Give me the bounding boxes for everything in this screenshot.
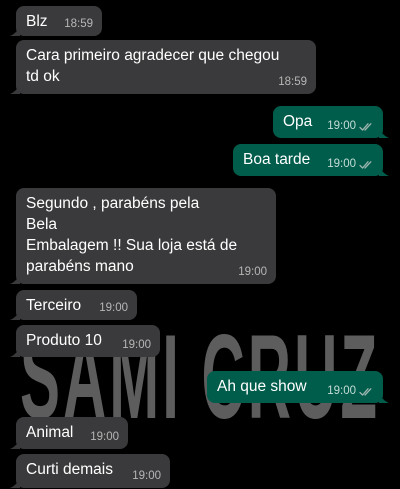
message-meta: 19:00 (122, 339, 151, 352)
message-text: Produto 10 (26, 332, 102, 349)
bubble-tail (10, 274, 20, 284)
message-time: 19:00 (90, 431, 119, 443)
message-meta: 19:00 (327, 158, 374, 171)
message-meta: 19:00 (99, 302, 128, 315)
message-incoming[interactable]: Curti demais 19:00 (10, 454, 170, 488)
message-meta: 19:00 (238, 266, 267, 279)
message-text: Opa (283, 113, 313, 130)
message-meta: 19:00 (327, 385, 374, 398)
message-time: 19:00 (327, 120, 356, 132)
bubble-tail (10, 439, 20, 449)
message-outgoing[interactable]: Ah que show 19:00 (207, 371, 389, 403)
bubble-tail (10, 26, 20, 36)
message-time: 19:00 (132, 470, 161, 482)
bubble-tail (379, 166, 389, 176)
bubble-tail (10, 310, 20, 320)
message-meta: 19:00 (327, 120, 374, 133)
message-incoming[interactable]: Blz 18:59 (10, 6, 102, 36)
message-incoming[interactable]: Terceiro 19:00 (10, 290, 137, 320)
message-meta: 18:59 (278, 76, 307, 89)
bubble-tail (10, 347, 20, 357)
message-outgoing[interactable]: Boa tarde 19:00 (233, 144, 389, 176)
bubble-tail (379, 128, 389, 138)
double-check-icon (359, 387, 372, 396)
message-time: 19:00 (327, 385, 356, 397)
message-incoming[interactable]: Produto 10 19:00 (10, 325, 160, 357)
message-text: Curti demais (26, 461, 113, 478)
message-time: 19:00 (238, 266, 267, 278)
bubble-tail (10, 84, 20, 94)
message-text: Ah que show (217, 378, 307, 395)
message-time: 19:00 (327, 158, 356, 170)
message-incoming[interactable]: Cara primeiro agradecer que chegou td ok… (10, 40, 316, 94)
message-text: Terceiro (26, 297, 82, 314)
bubble-tail (10, 478, 20, 488)
message-incoming[interactable]: Segundo , parabéns pela Bela Embalagem !… (10, 188, 276, 284)
message-incoming[interactable]: Animal 19:00 (10, 417, 128, 449)
message-text: Segundo , parabéns pela Bela Embalagem !… (26, 195, 238, 275)
message-text: Blz (26, 13, 48, 30)
message-meta: 19:00 (132, 470, 161, 483)
message-time: 19:00 (99, 302, 128, 314)
message-text: Animal (26, 424, 74, 441)
message-time: 18:59 (278, 76, 307, 88)
message-time: 18:59 (64, 18, 93, 30)
bubble-tail (379, 393, 389, 403)
message-meta: 19:00 (90, 431, 119, 444)
double-check-icon (359, 160, 372, 169)
message-text: Boa tarde (243, 151, 311, 168)
message-meta: 18:59 (64, 18, 93, 31)
message-text: Cara primeiro agradecer que chegou td ok (26, 47, 280, 85)
message-time: 19:00 (122, 339, 151, 351)
message-outgoing[interactable]: Opa 19:00 (273, 106, 389, 138)
double-check-icon (359, 122, 372, 131)
